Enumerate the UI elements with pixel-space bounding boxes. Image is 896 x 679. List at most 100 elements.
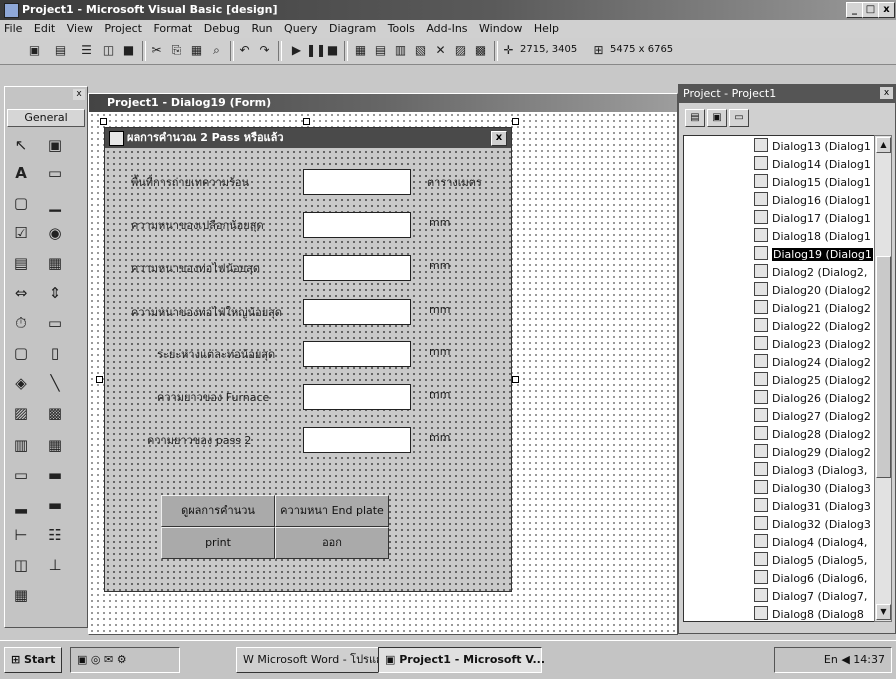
find-icon[interactable]: ⌕ <box>208 42 225 59</box>
pointer-icon[interactable]: ↖ <box>9 133 33 157</box>
end-plate-thickness-button[interactable]: ความหนา End plate <box>275 495 389 527</box>
task-visual-basic[interactable]: ▣ Project1 - Microsoft V... <box>378 647 545 673</box>
textbox-tube-spacing[interactable] <box>303 341 411 367</box>
maximize-button[interactable]: □ <box>862 2 879 18</box>
menu-format[interactable]: Format <box>149 20 196 38</box>
data-view-icon[interactable]: ▨ <box>452 42 469 59</box>
menu-debug[interactable]: Debug <box>200 20 244 38</box>
dirlistbox-icon[interactable]: ▢ <box>9 341 33 365</box>
start-icon[interactable]: ▶ <box>288 42 305 59</box>
textbox-shell-thickness[interactable] <box>303 212 411 238</box>
project-tree-item[interactable]: Dialog19 (Dialog1 <box>754 246 873 264</box>
imagelist-icon[interactable]: ◫ <box>9 553 33 577</box>
imagecombo-icon[interactable]: ▦ <box>9 583 33 607</box>
add-form-icon[interactable]: ▤ <box>52 42 69 59</box>
textbox-large-tube-thickness[interactable] <box>303 299 411 325</box>
add-project-icon[interactable]: ▣ <box>26 42 43 59</box>
save-icon[interactable]: ■ <box>120 42 137 59</box>
desktop-icon[interactable]: ▣ <box>77 653 87 666</box>
statusbar-icon[interactable]: ▂ <box>9 493 33 517</box>
project-tree-item[interactable]: Dialog4 (Dialog4, <box>754 534 867 552</box>
menu-diagram[interactable]: Diagram <box>325 20 380 38</box>
end-icon[interactable]: ■ <box>324 42 341 59</box>
cut-icon[interactable]: ✂ <box>148 42 165 59</box>
textbox-pass2-length[interactable] <box>303 427 411 453</box>
channels-icon[interactable]: ⚙ <box>117 653 127 666</box>
project-explorer-close-button[interactable]: x <box>880 87 893 99</box>
frame-icon[interactable]: ▢ <box>9 191 33 215</box>
project-tree-item[interactable]: Dialog24 (Dialog2 <box>754 354 871 372</box>
scroll-thumb[interactable] <box>876 256 891 478</box>
resize-handle-right[interactable] <box>512 376 519 383</box>
picturebox-icon[interactable]: ▣ <box>43 133 67 157</box>
project-tree-item[interactable]: Dialog5 (Dialog5, <box>754 552 867 570</box>
project-tree-item[interactable]: Dialog21 (Dialog2 <box>754 300 871 318</box>
toggle-folders-icon[interactable]: ▭ <box>729 109 749 127</box>
hscrollbar-icon[interactable]: ⇔ <box>9 281 33 305</box>
resize-handle-left[interactable] <box>96 376 103 383</box>
menu-query[interactable]: Query <box>280 20 321 38</box>
menu-project[interactable]: Project <box>100 20 146 38</box>
slider-icon[interactable]: ⊥ <box>43 553 67 577</box>
combobox-icon[interactable]: ▤ <box>9 251 33 275</box>
task-word[interactable]: W Microsoft Word - โปรแกร... <box>236 647 399 673</box>
project-tree-item[interactable]: Dialog23 (Dialog2 <box>754 336 871 354</box>
listview-icon[interactable]: ☷ <box>43 523 67 547</box>
project-tree-item[interactable]: Dialog26 (Dialog2 <box>754 390 871 408</box>
textbox-icon[interactable]: ▭ <box>43 161 67 185</box>
shape-icon[interactable]: ◈ <box>9 371 33 395</box>
break-icon[interactable]: ❚❚ <box>306 42 326 59</box>
object-browser-icon[interactable]: ▧ <box>412 42 429 59</box>
project-tree-item[interactable]: Dialog6 (Dialog6, <box>754 570 867 588</box>
project-tree-item[interactable]: Dialog18 (Dialog1 <box>754 228 871 246</box>
undo-icon[interactable]: ↶ <box>236 42 253 59</box>
project-tree-item[interactable]: Dialog2 (Dialog2, <box>754 264 867 282</box>
ole-icon[interactable]: ▥ <box>9 433 33 457</box>
data-icon[interactable]: ▩ <box>43 401 67 425</box>
resize-handle-top-right[interactable] <box>512 118 519 125</box>
project-tree-item[interactable]: Dialog7 (Dialog7, <box>754 588 867 606</box>
resize-handle-top-left[interactable] <box>100 118 107 125</box>
project-tree-item[interactable]: Dialog20 (Dialog2 <box>754 282 871 300</box>
image-icon[interactable]: ▨ <box>9 401 33 425</box>
project-tree-item[interactable]: Dialog25 (Dialog2 <box>754 372 871 390</box>
menu-add-ins[interactable]: Add-Ins <box>422 20 471 38</box>
view-object-icon[interactable]: ▣ <box>707 109 727 127</box>
project-tree-item[interactable]: Dialog28 (Dialog2 <box>754 426 871 444</box>
progressbar-icon[interactable]: ▬ <box>43 493 67 517</box>
internet-explorer-icon[interactable]: ◎ <box>91 653 101 666</box>
menu-view[interactable]: View <box>63 20 97 38</box>
view-code-icon[interactable]: ▤ <box>685 109 705 127</box>
commandbutton-icon[interactable]: ▁ <box>43 191 67 215</box>
project-explorer-icon[interactable]: ▦ <box>352 42 369 59</box>
optionbutton-icon[interactable]: ◉ <box>43 221 67 245</box>
project-tree-item[interactable]: Dialog17 (Dialog1 <box>754 210 871 228</box>
textbox-furnace-length[interactable] <box>303 384 411 410</box>
outlook-icon[interactable]: ✉ <box>104 653 113 666</box>
project-tree-item[interactable]: Dialog3 (Dialog3, <box>754 462 867 480</box>
project-tree-item[interactable]: Dialog30 (Dialog3 <box>754 480 871 498</box>
project-tree-item[interactable]: Dialog15 (Dialog1 <box>754 174 871 192</box>
project-tree-scrollbar[interactable]: ▲ ▼ <box>874 135 892 622</box>
filelistbox-icon[interactable]: ▯ <box>43 341 67 365</box>
project-tree-item[interactable]: Dialog31 (Dialog3 <box>754 498 871 516</box>
print-button[interactable]: print <box>161 527 275 559</box>
minimize-button[interactable]: _ <box>846 2 863 18</box>
textbox-heat-area[interactable] <box>303 169 411 195</box>
checkbox-icon[interactable]: ☑ <box>9 221 33 245</box>
open-icon[interactable]: ◫ <box>100 42 117 59</box>
project-tree-item[interactable]: Dialog29 (Dialog2 <box>754 444 871 462</box>
tabstrip-icon[interactable]: ▭ <box>9 463 33 487</box>
timer-icon[interactable]: ⏱ <box>9 311 33 335</box>
menu-help[interactable]: Help <box>530 20 563 38</box>
menu-window[interactable]: Window <box>475 20 526 38</box>
toolbox-icon[interactable]: ✕ <box>432 42 449 59</box>
form-layout-icon[interactable]: ▥ <box>392 42 409 59</box>
menu-edit[interactable]: Edit <box>30 20 59 38</box>
menu-run[interactable]: Run <box>247 20 276 38</box>
resize-handle-top[interactable] <box>303 118 310 125</box>
menu-file[interactable]: File <box>0 20 26 38</box>
textbox-tube-thickness[interactable] <box>303 255 411 281</box>
line-icon[interactable]: ╲ <box>43 371 67 395</box>
menu-editor-icon[interactable]: ☰ <box>78 42 95 59</box>
